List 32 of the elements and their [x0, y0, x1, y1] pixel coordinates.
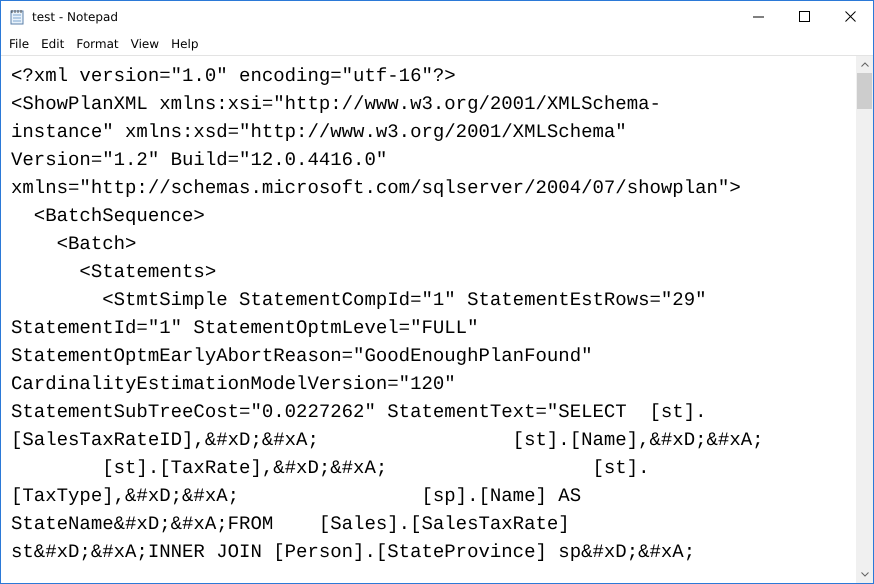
menu-item[interactable]: Edit: [35, 34, 70, 52]
notepad-icon: [9, 8, 25, 24]
text-line: <ShowPlanXML xmlns:xsi="http://www.w3.org/2001/XMLSchema-: [11, 92, 661, 117]
text-line: StatementOptmEarlyAbortReason="GoodEnoughPlanFound": [11, 344, 592, 369]
text-line: StateName&#xD;&#xA;FROM [Sales].[SalesTaxRate]: [11, 512, 570, 537]
close-icon: [844, 11, 856, 22]
text-line: [TaxType],&#xD;&#xA; [sp].[Name] AS: [11, 484, 582, 509]
text-line: <StmtSimple StatementCompId="1" StatementEstRows="29": [101, 288, 707, 313]
text-line: <Statements>: [78, 260, 216, 285]
text-line: <Batch>: [56, 232, 136, 257]
text-line: [SalesTaxRateID],&#xD;&#xA; [st].[Name],&#xD;&#xA;: [11, 428, 764, 453]
text-line: [st].[TaxRate],&#xD;&#xA; [st].: [101, 456, 650, 481]
maximize-icon: [798, 11, 810, 22]
vertical-scrollbar[interactable]: [856, 56, 873, 583]
menu-item[interactable]: Help: [165, 34, 204, 52]
scroll-down-icon[interactable]: [860, 572, 868, 577]
text-line: StatementId="1" StatementOptmLevel="FULL": [11, 316, 478, 341]
text-line: <?xml version="1.0" encoding="utf-16"?>: [11, 64, 456, 89]
text-line: instance" xmlns:xsd="http://www.w3.org/2001/XMLSchema": [11, 120, 627, 145]
text-line: <BatchSequence>: [32, 204, 205, 229]
scroll-up-icon[interactable]: [860, 62, 868, 67]
text-line: CardinalityEstimationModelVersion="120": [11, 372, 456, 397]
menu-item[interactable]: View: [124, 34, 166, 52]
text-line: xmlns="http://schemas.microsoft.com/sqlserver/2004/07/showplan">: [11, 176, 741, 201]
minimize-icon: [752, 16, 764, 18]
scrollbar-thumb[interactable]: [857, 73, 872, 109]
text-line: StatementSubTreeCost="0.0227262" StatementText="SELECT [st].: [11, 400, 707, 425]
menu-item[interactable]: File: [3, 34, 36, 52]
text-line: st&#xD;&#xA;INNER JOIN [Person].[StateProvince] sp&#xD;&#xA;: [11, 540, 696, 565]
menu-item[interactable]: Format: [70, 34, 125, 52]
window-title: test - Notepad: [32, 10, 119, 24]
text-line: Version="1.2" Build="12.0.4416.0": [11, 148, 388, 173]
